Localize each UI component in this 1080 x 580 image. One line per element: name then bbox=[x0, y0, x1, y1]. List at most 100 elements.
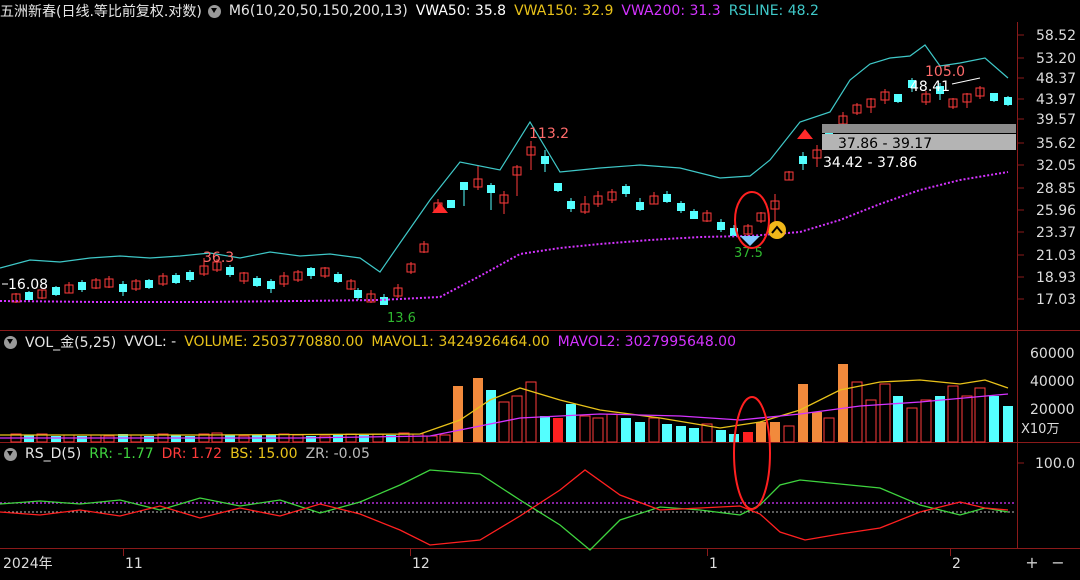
volume-bar bbox=[851, 381, 863, 443]
high-label-36: 36.3 bbox=[203, 250, 234, 266]
rs-header: RS_D(5) RR: -1.77 DR: 1.72 BS: 15.00 ZR:… bbox=[0, 443, 378, 465]
volume-tick-label: 40000 bbox=[1030, 374, 1075, 390]
volume-bar bbox=[961, 395, 973, 443]
volume-bar bbox=[426, 435, 438, 443]
volume-bar bbox=[648, 417, 660, 443]
volume-bar bbox=[606, 413, 618, 443]
price-tick-label: 35.62 bbox=[1036, 136, 1076, 152]
volume-unit-label: X10万 bbox=[1021, 422, 1059, 437]
price-tick-label: 18.93 bbox=[1036, 270, 1076, 286]
volume-bar bbox=[103, 435, 115, 443]
volume-bar bbox=[238, 435, 250, 443]
candle-body bbox=[663, 194, 671, 202]
volume-bar bbox=[319, 435, 331, 443]
candle-body bbox=[354, 290, 362, 298]
volume-bars bbox=[0, 364, 1013, 443]
zoom-out-button[interactable]: − bbox=[1046, 552, 1070, 576]
candle-body bbox=[460, 182, 468, 190]
price-tick-label: 28.85 bbox=[1036, 181, 1076, 197]
vwa150-value: VWA150: 32.9 bbox=[514, 3, 614, 19]
rs-menu-icon[interactable] bbox=[4, 447, 17, 461]
time-label-2024: 2024年 bbox=[3, 556, 53, 572]
volume-bar bbox=[77, 436, 87, 442]
price-tick-label: 23.37 bbox=[1036, 225, 1076, 241]
candle-body bbox=[567, 201, 575, 209]
rr-line bbox=[0, 469, 1009, 551]
volume-bar bbox=[770, 422, 780, 442]
high-label-113: 113.2 bbox=[529, 126, 569, 142]
candle-body bbox=[541, 156, 549, 164]
time-label-1: 1 bbox=[709, 556, 718, 572]
time-label-12: 12 bbox=[412, 556, 430, 572]
price-tick-label: 32.05 bbox=[1036, 158, 1076, 174]
candle-body bbox=[334, 274, 342, 282]
volume-bar bbox=[540, 416, 550, 442]
candle-body bbox=[487, 185, 495, 193]
volume-bar bbox=[756, 422, 766, 442]
candle-body bbox=[226, 267, 234, 275]
volume-bar bbox=[935, 396, 945, 442]
candle-body bbox=[25, 292, 33, 300]
candle-body bbox=[990, 93, 998, 101]
rsline-value: RSLINE: 48.2 bbox=[728, 3, 819, 19]
candle-body bbox=[894, 94, 902, 102]
volume-bar bbox=[439, 434, 451, 443]
time-label-2: 2 bbox=[952, 556, 961, 572]
volume-menu-icon[interactable] bbox=[4, 335, 17, 349]
volume-bar bbox=[716, 430, 726, 442]
vwa50-value: VWA50: 35.8 bbox=[415, 3, 507, 19]
candle-body bbox=[717, 222, 725, 230]
volume-bar bbox=[635, 422, 645, 442]
candle-body bbox=[52, 287, 60, 295]
candle-body bbox=[78, 282, 86, 290]
time-axis: 2024年 11 12 1 2 bbox=[3, 549, 961, 572]
volume-header: VOL_金(5,25) VVOL: - VOLUME: 2503770880.0… bbox=[0, 331, 744, 353]
indicator-name[interactable]: M6(10,20,50,150,200,13) bbox=[229, 3, 408, 19]
candle-body bbox=[145, 280, 153, 288]
volume-bar bbox=[783, 425, 795, 443]
rs-lines bbox=[0, 462, 1024, 551]
rr-value: RR: -1.77 bbox=[89, 446, 154, 462]
stock-chart[interactable]: 16.0836.3113.2105.048.4113.637.537.86 - … bbox=[0, 0, 1080, 580]
volume-bar bbox=[920, 399, 932, 443]
low-price-annotation: 16.08 bbox=[8, 277, 48, 293]
mavol1-line bbox=[0, 379, 1009, 436]
volume-bar bbox=[306, 436, 316, 442]
volume-tick-label: 60000 bbox=[1030, 346, 1075, 362]
rs-title[interactable]: RS_D(5) bbox=[25, 446, 81, 462]
mavol1-value: MAVOL1: 3424926464.00 bbox=[371, 334, 550, 350]
volume-bar bbox=[412, 433, 424, 443]
up-arrow-badge bbox=[768, 221, 786, 239]
candle-body bbox=[307, 268, 315, 276]
price-tick-label: 21.03 bbox=[1036, 248, 1076, 264]
candle-body bbox=[636, 202, 644, 210]
price-label-48: 48.41 bbox=[910, 79, 950, 95]
volume-bar bbox=[333, 435, 343, 442]
highlight-ellipse bbox=[733, 396, 771, 510]
buy-signal-triangle bbox=[797, 129, 813, 139]
bs-value: BS: 15.00 bbox=[230, 446, 298, 462]
rs-axis-label: 100.0 bbox=[1035, 456, 1075, 472]
volume-bar bbox=[144, 436, 154, 442]
indicator-lines bbox=[0, 44, 1009, 303]
candle-body bbox=[1004, 97, 1012, 105]
volume-title[interactable]: VOL_金(5,25) bbox=[25, 332, 116, 352]
zoom-in-button[interactable]: + bbox=[1020, 552, 1044, 576]
price-tick-label: 25.96 bbox=[1036, 203, 1076, 219]
main-chart-header: 五洲新春(日线.等比前复权.对数) M6(10,20,50,150,200,13… bbox=[0, 0, 827, 22]
volume-bar bbox=[689, 428, 699, 442]
indicator-menu-icon[interactable] bbox=[207, 4, 221, 18]
high-label-105: 105.0 bbox=[925, 64, 965, 80]
candle-body bbox=[677, 203, 685, 211]
candle-body bbox=[554, 183, 562, 191]
price-tick-label: 58.52 bbox=[1036, 28, 1076, 44]
candle-body bbox=[267, 281, 275, 289]
dr-value: DR: 1.72 bbox=[161, 446, 223, 462]
volume-bar bbox=[662, 424, 672, 442]
vwa200-value: VWA200: 31.3 bbox=[621, 3, 721, 19]
panel-frame bbox=[0, 22, 1080, 549]
candle-body bbox=[186, 272, 194, 280]
range-label-1: 37.86 - 39.17 bbox=[838, 136, 932, 152]
candle-body bbox=[690, 211, 698, 219]
price-tick-label: 17.03 bbox=[1036, 292, 1076, 308]
